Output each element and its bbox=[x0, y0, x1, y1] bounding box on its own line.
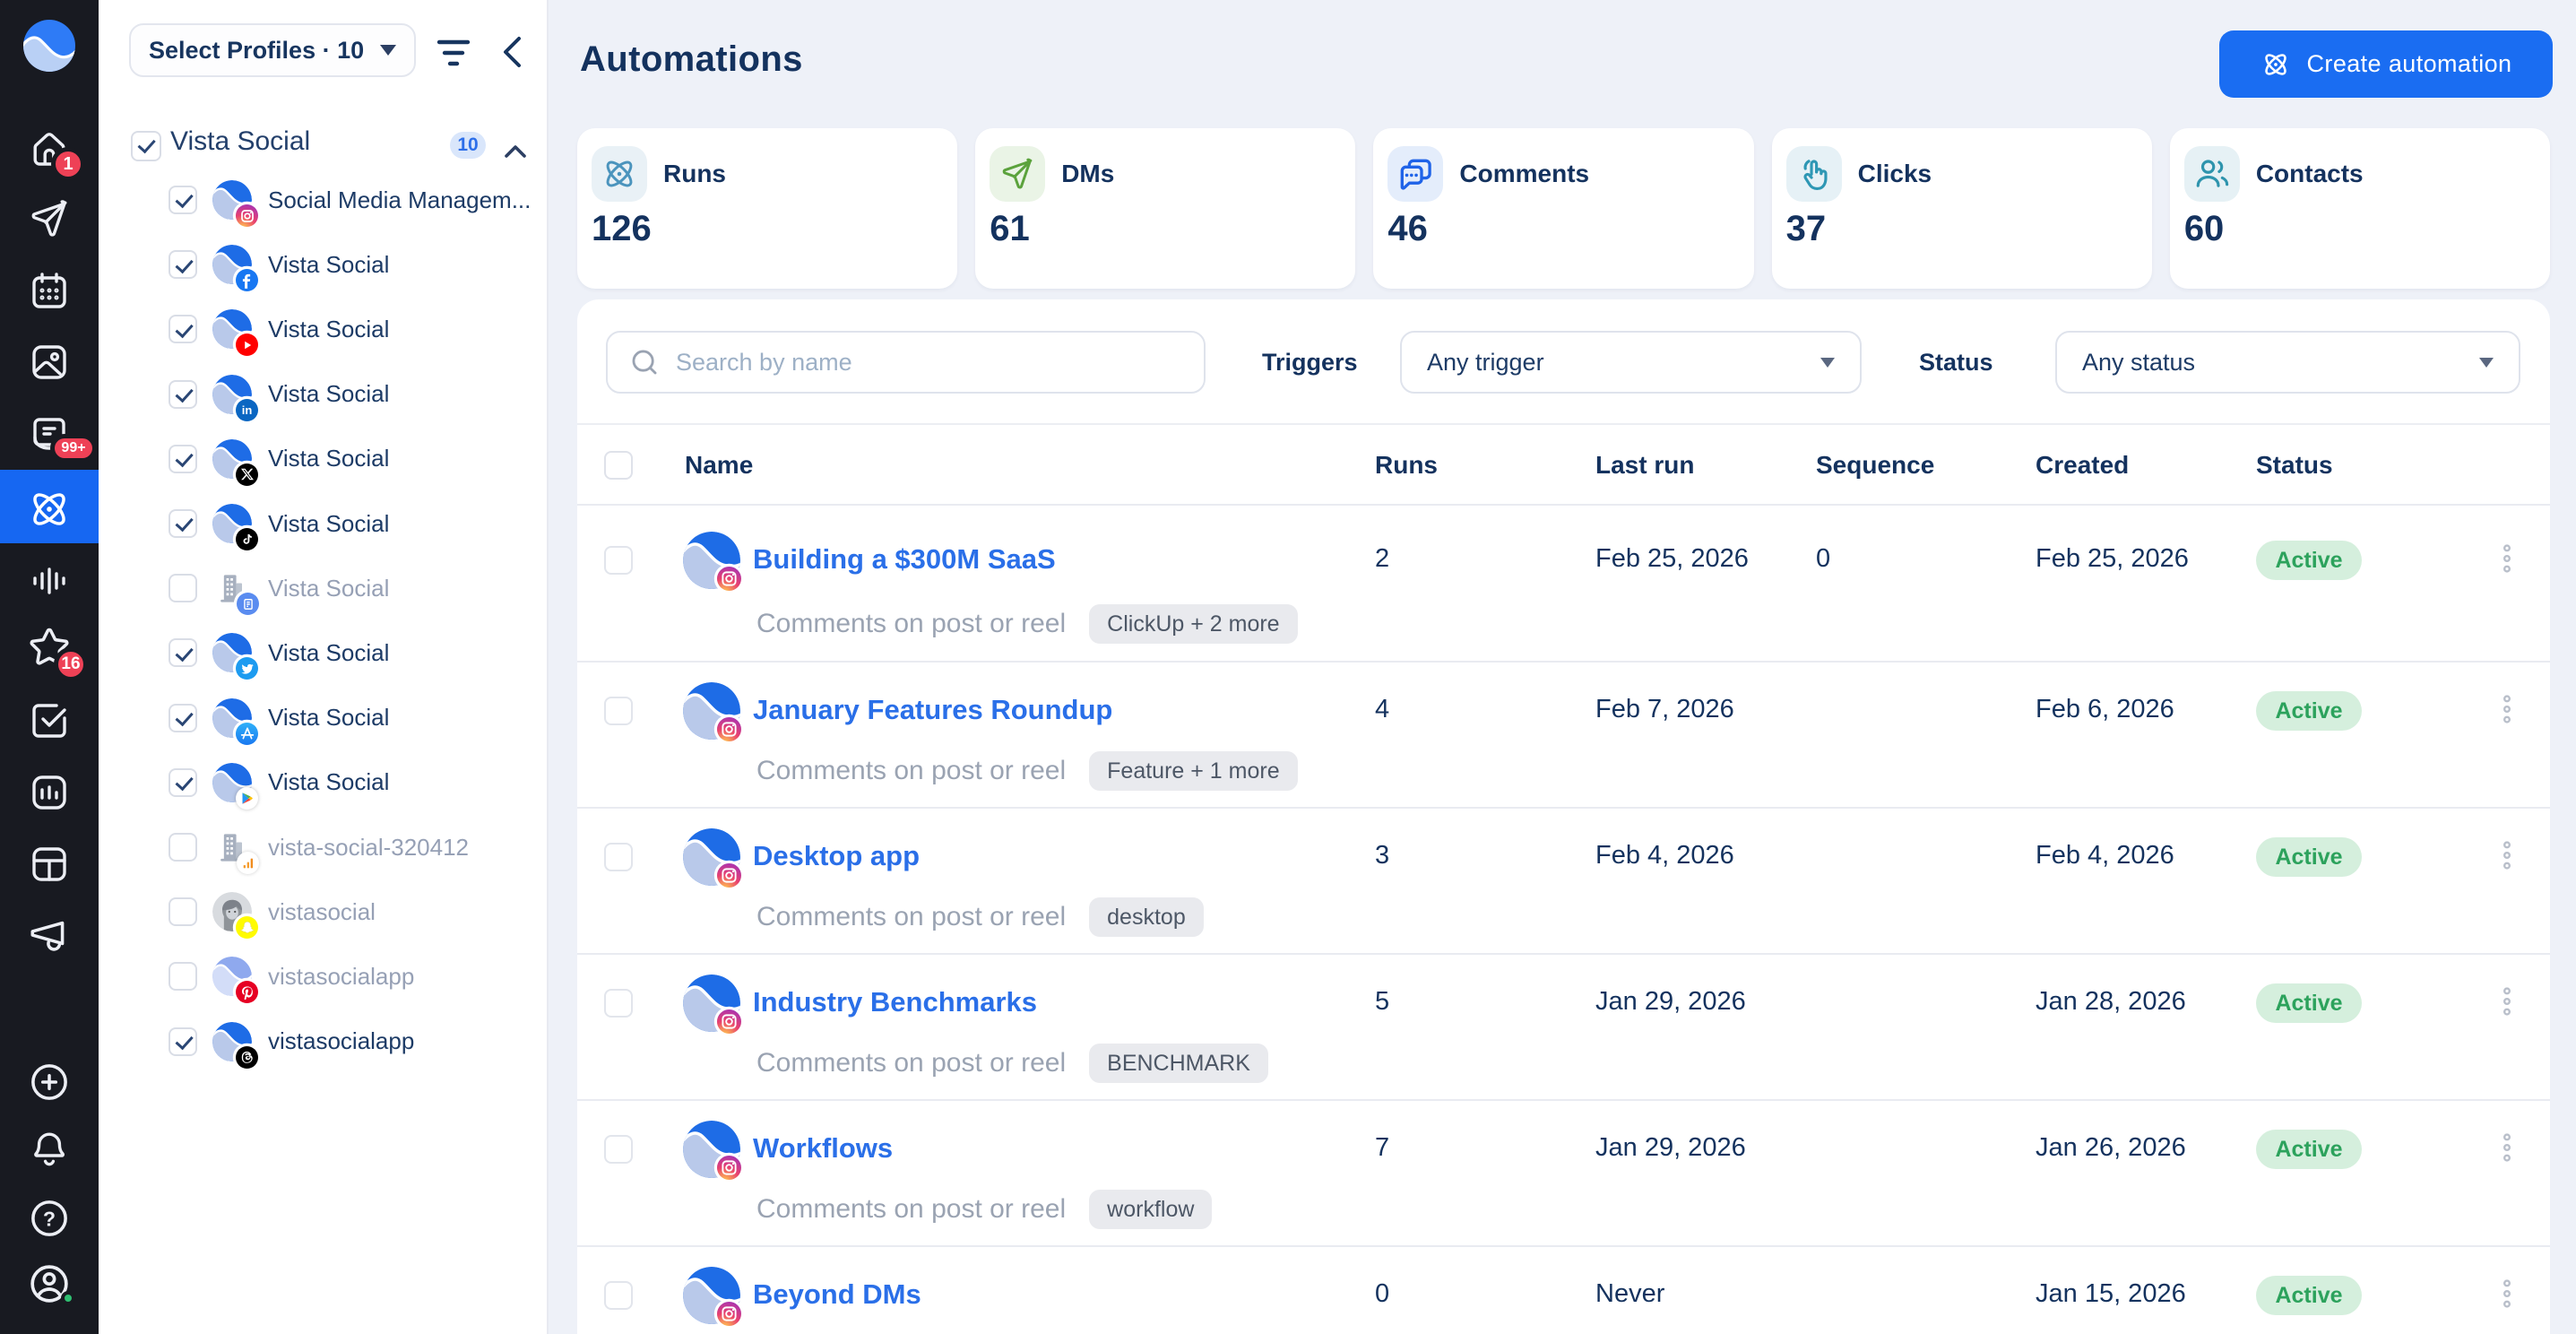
svg-text:?: ? bbox=[43, 1207, 56, 1230]
